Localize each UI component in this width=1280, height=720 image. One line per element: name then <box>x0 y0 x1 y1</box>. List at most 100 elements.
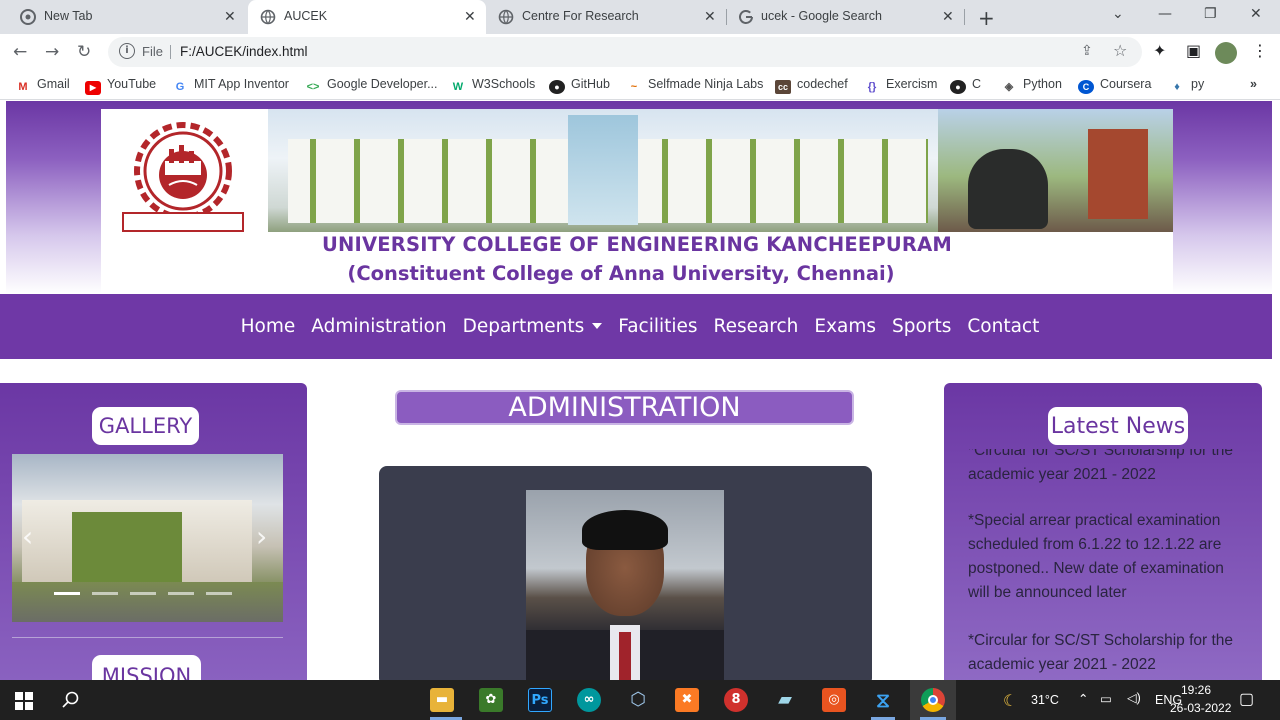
url-text[interactable]: F:/AUCEK/index.html <box>180 44 308 59</box>
c-icon: ● <box>950 80 966 94</box>
close-icon[interactable]: ✕ <box>224 8 236 25</box>
nav-research[interactable]: Research <box>706 316 807 337</box>
app-icon[interactable]: ✿ <box>479 688 503 712</box>
tab-title: ucek - Google Search <box>761 9 882 23</box>
close-icon[interactable]: ✕ <box>942 8 954 25</box>
side-panel-icon[interactable]: ▣ <box>1186 41 1201 60</box>
carousel-next-icon[interactable]: › <box>256 520 267 553</box>
bookmark-gmail[interactable]: M Gmail <box>15 77 69 94</box>
tab-strip: New Tab ✕ AUCEK ✕ Centre For Research ✕ … <box>0 0 1280 34</box>
moon-icon: ☾ <box>1003 693 1018 710</box>
clock-date[interactable]: 26-03-2022 <box>1170 701 1231 715</box>
github-icon: ● <box>549 80 565 94</box>
carousel-indicator[interactable] <box>92 592 118 595</box>
network-icon[interactable]: ▭ <box>1100 691 1112 706</box>
nav-facilities[interactable]: Facilities <box>610 316 705 337</box>
news-item[interactable]: *Circular for SC/ST Scholarship for the … <box>968 449 1248 487</box>
close-icon[interactable]: ✕ <box>704 8 716 25</box>
youtube-icon: ▶ <box>85 81 101 95</box>
address-bar[interactable]: i File F:/AUCEK/index.html ⇪ ☆ <box>108 37 1142 67</box>
windows-start-icon[interactable] <box>15 692 33 710</box>
bookmark-google-developer[interactable]: <> Google Developer... <box>305 77 438 94</box>
statue-photo <box>938 109 1173 232</box>
more-bookmarks-icon[interactable]: » <box>1250 77 1257 91</box>
arduino-icon[interactable]: ∞ <box>577 688 601 712</box>
bookmark-youtube[interactable]: ▶ YouTube <box>85 77 156 95</box>
notification-icon[interactable]: ▢ <box>1239 689 1254 709</box>
codechef-icon: cc <box>775 80 791 94</box>
carousel-indicator[interactable] <box>206 592 232 595</box>
news-item[interactable]: *Special arrear practical examination sc… <box>968 509 1248 605</box>
info-icon[interactable]: i <box>119 43 135 59</box>
restore-icon[interactable]: ❐ <box>1204 6 1217 22</box>
bookmark-py[interactable]: ♦ py <box>1169 77 1204 94</box>
minimize-icon[interactable]: — <box>1158 6 1172 22</box>
main-nav: Home Administration Departments Faciliti… <box>0 294 1280 359</box>
bookmark-github[interactable]: ● GitHub <box>549 77 610 94</box>
browser-toolbar: ← → ↻ i File F:/AUCEK/index.html ⇪ ☆ <box>0 34 1280 70</box>
page-scrollbar[interactable] <box>1272 101 1280 446</box>
carousel-indicator[interactable] <box>54 592 80 595</box>
notepad-icon[interactable]: ▰ <box>773 688 797 712</box>
photoshop-icon[interactable]: Ps <box>528 688 552 712</box>
tab-title: AUCEK <box>284 9 328 23</box>
clock-time[interactable]: 19:26 <box>1176 683 1216 697</box>
nav-contact[interactable]: Contact <box>959 316 1047 337</box>
tab-title: New Tab <box>44 9 93 23</box>
ninja-icon: ~ <box>630 81 638 93</box>
tab-aucek[interactable]: AUCEK ✕ <box>248 0 486 34</box>
windows-taskbar: ▬ ✿ Ps ∞ ⬡ ✖ 8 ▰ ◎ ⧖ ☾ 31°C ⌃ ▭ ◁) ENG 1… <box>0 680 1280 720</box>
tab-centre-for-research[interactable]: Centre For Research ✕ <box>488 0 726 34</box>
nav-exams[interactable]: Exams <box>806 316 884 337</box>
file-explorer-icon[interactable]: ▬ <box>430 688 454 712</box>
cube-icon[interactable]: ⬡ <box>626 688 650 712</box>
new-tab-button[interactable]: + <box>978 6 995 30</box>
bookmark-exercism[interactable]: {} Exercism <box>864 77 938 94</box>
bookmark-c[interactable]: ● C <box>950 77 981 94</box>
extensions-icon[interactable]: ✦ <box>1153 41 1166 60</box>
forward-icon[interactable]: → <box>45 42 59 62</box>
vscode-icon[interactable]: ⧖ <box>871 688 895 712</box>
reload-icon[interactable]: ↻ <box>77 42 91 62</box>
bookmark-python[interactable]: ◈ Python <box>1001 77 1062 94</box>
carousel-prev-icon[interactable]: ‹ <box>22 520 33 553</box>
close-window-icon[interactable]: ✕ <box>1250 6 1262 22</box>
bookmark-coursera[interactable]: C Coursera <box>1078 77 1151 94</box>
bookmark-selfmade-ninja[interactable]: ~ Selfmade Ninja Labs <box>626 77 764 94</box>
nav-home[interactable]: Home <box>233 316 304 337</box>
nav-departments[interactable]: Departments <box>455 316 611 337</box>
close-icon[interactable]: ✕ <box>464 8 476 25</box>
temperature[interactable]: 31°C <box>1031 693 1059 707</box>
bookmark-star-icon[interactable]: ☆ <box>1113 41 1127 60</box>
bookmark-w3schools[interactable]: W W3Schools <box>450 77 535 94</box>
nav-sports[interactable]: Sports <box>884 316 959 337</box>
git-icon[interactable]: 8 <box>724 688 748 712</box>
chrome-icon[interactable] <box>921 688 945 712</box>
bookmarks-bar: M Gmail ▶ YouTube G MIT App Inventor <> Goog… <box>0 70 1280 100</box>
nav-administration[interactable]: Administration <box>303 316 454 337</box>
webpage: UNIVERSITY COLLEGE OF ENGINEERING KANCHE… <box>0 101 1280 680</box>
speaker-icon[interactable]: ◁) <box>1127 690 1141 705</box>
ubuntu-icon[interactable]: ◎ <box>822 688 846 712</box>
search-icon[interactable] <box>62 691 80 709</box>
file-label: File <box>142 44 163 59</box>
carousel-indicator[interactable] <box>130 592 156 595</box>
bookmark-codechef[interactable]: cc codechef <box>775 77 848 94</box>
xampp-icon[interactable]: ✖ <box>675 688 699 712</box>
bookmark-mit-app-inventor[interactable]: G MIT App Inventor <box>172 77 289 94</box>
principal-photo <box>526 490 724 680</box>
tab-search-icon[interactable]: ⌄ <box>1112 6 1124 22</box>
carousel-indicator[interactable] <box>168 592 194 595</box>
latest-news-heading: Latest News <box>1048 407 1188 445</box>
tab-title: Centre For Research <box>522 9 639 23</box>
profile-avatar[interactable] <box>1215 42 1237 64</box>
share-icon[interactable]: ⇪ <box>1081 43 1093 59</box>
back-icon[interactable]: ← <box>13 42 27 62</box>
menu-icon[interactable]: ⋮ <box>1252 41 1268 60</box>
tab-google-search[interactable]: ucek - Google Search ✕ <box>728 0 964 34</box>
gallery-carousel[interactable]: ‹ › <box>12 454 283 622</box>
news-item[interactable]: *Circular for SC/ST Scholarship for the … <box>968 629 1248 677</box>
globe-icon <box>498 9 514 25</box>
tab-new-tab[interactable]: New Tab ✕ <box>0 0 246 34</box>
chevron-up-icon[interactable]: ⌃ <box>1078 691 1088 706</box>
